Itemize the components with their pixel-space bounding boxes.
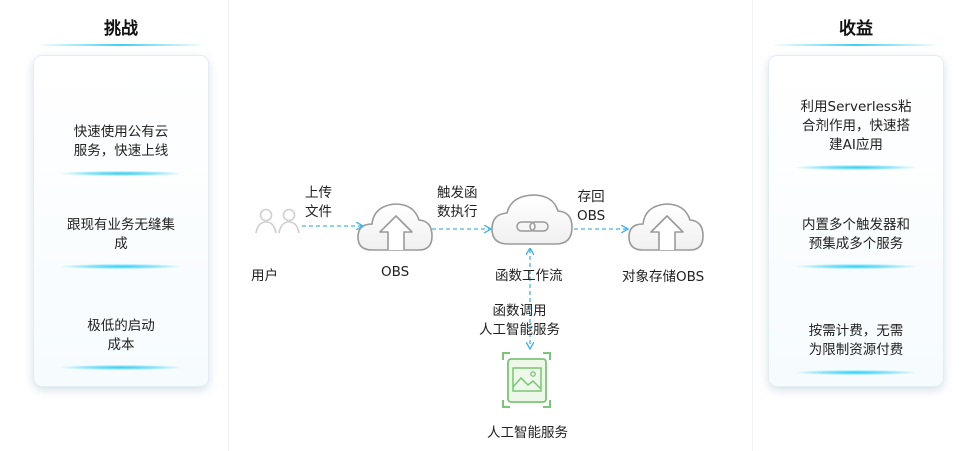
user-label: 用户 — [251, 268, 278, 284]
ai-service-icon — [502, 352, 551, 408]
user-icon — [255, 208, 300, 234]
trigger-function-label: 触发函 数执行 — [437, 185, 478, 220]
flow-diagram — [255, 194, 704, 408]
target-obs-cloud-icon — [628, 203, 704, 251]
upload-file-label: 上传 文件 — [305, 185, 332, 220]
store-back-obs-label: 存回 OBS — [577, 189, 606, 224]
ai-service-label: 人工智能服务 — [487, 425, 568, 441]
workflow-cloud-icon — [491, 194, 573, 245]
obs-label: OBS — [381, 264, 410, 280]
workflow-label: 函数工作流 — [495, 268, 563, 284]
target-obs-label: 对象存储OBS — [622, 269, 705, 285]
call-ai-service-label: 函数调用 人工智能服务 — [479, 303, 560, 338]
obs-cloud-icon — [357, 203, 433, 251]
